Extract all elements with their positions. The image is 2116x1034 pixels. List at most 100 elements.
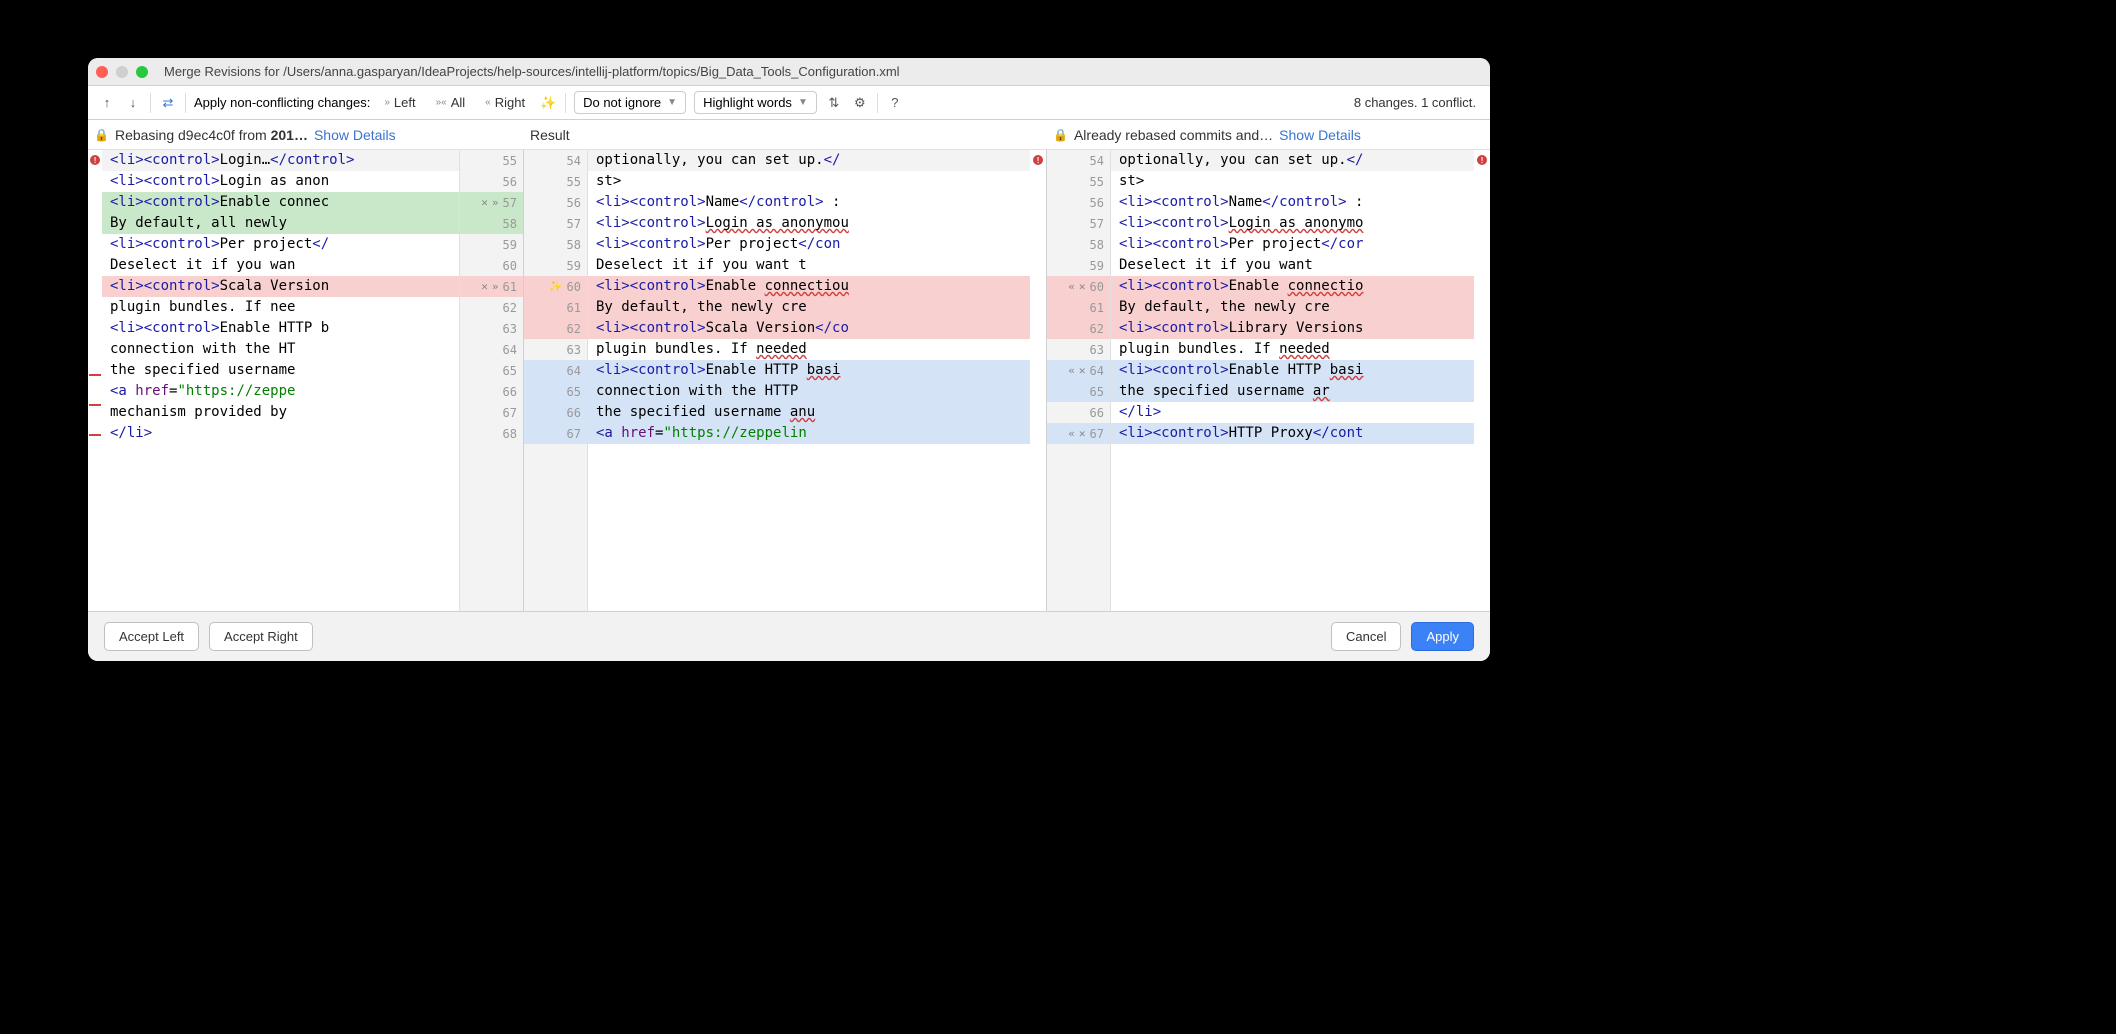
titlebar: Merge Revisions for /Users/anna.gasparya…	[88, 58, 1490, 86]
sync-scroll-icon[interactable]: ⇅	[825, 94, 843, 112]
dismiss-icon[interactable]: ✕	[481, 280, 488, 293]
minimize-icon[interactable]	[116, 66, 128, 78]
prev-diff-icon[interactable]: ↑	[98, 94, 116, 112]
code-line: plugin bundles. If nee	[102, 297, 459, 318]
change-marker	[89, 374, 101, 376]
code-line: By default, the newly cre	[588, 297, 1030, 318]
line-number: 57	[503, 196, 517, 210]
code-line: <li><control>Per project</con	[588, 234, 1030, 255]
apply-right-button[interactable]: «Right	[479, 92, 531, 113]
right-header-text: Already rebased commits and…	[1074, 127, 1273, 143]
code-line: plugin bundles. If needed	[1111, 339, 1474, 360]
apply-left-icon[interactable]: «	[1068, 427, 1075, 440]
left-marker-strip: !	[88, 150, 102, 611]
accept-left-button[interactable]: Accept Left	[104, 622, 199, 651]
error-marker-icon: !	[1477, 155, 1487, 165]
code-line: Deselect it if you wan	[102, 255, 459, 276]
left-pane: ! <li><control>Login…</control> <li><con…	[88, 150, 524, 611]
code-line: optionally, you can set up.</	[588, 150, 1030, 171]
mid-left-gutter: 545556575859✨6061626364656667	[524, 150, 588, 611]
dismiss-icon[interactable]: ✕	[1079, 364, 1086, 377]
code-line: <li><control>Enable connectiou	[588, 276, 1030, 297]
magic-resolve-icon[interactable]: ✨	[539, 94, 557, 112]
right-gutter: 545556575859«✕60616263«✕646566«✕67	[1047, 150, 1111, 611]
code-line: connection with the HT	[102, 339, 459, 360]
line-number: 62	[503, 301, 517, 315]
line-number: 59	[567, 259, 581, 273]
line-number: 63	[1090, 343, 1104, 357]
line-number: 54	[567, 154, 581, 168]
code-line: </li>	[102, 423, 459, 444]
apply-left-icon[interactable]: «	[1068, 364, 1075, 377]
line-number: 66	[1090, 406, 1104, 420]
merge-dialog-window: Merge Revisions for /Users/anna.gasparya…	[88, 58, 1490, 661]
code-line: <li><control>Scala Version	[102, 276, 459, 297]
show-details-link[interactable]: Show Details	[314, 127, 396, 143]
right-pane: 545556575859«✕60616263«✕646566«✕67 optio…	[1047, 150, 1490, 611]
mid-marker-strip: !	[1030, 150, 1046, 611]
code-line: st>	[588, 171, 1030, 192]
dismiss-icon[interactable]: ✕	[1079, 427, 1086, 440]
line-number: 66	[567, 406, 581, 420]
magic-resolve-icon[interactable]: ✨	[549, 280, 563, 293]
gear-icon[interactable]: ⚙	[851, 94, 869, 112]
code-line: <li><control>Enable connectio	[1111, 276, 1474, 297]
error-marker-icon: !	[90, 155, 100, 165]
cancel-button[interactable]: Cancel	[1331, 622, 1401, 651]
right-code[interactable]: optionally, you can set up.</st> <li><co…	[1111, 150, 1474, 611]
apply-left-icon[interactable]: «	[1068, 280, 1075, 293]
apply-all-button[interactable]: »«All	[430, 92, 472, 113]
line-number: 60	[503, 259, 517, 273]
code-line: <li><control>HTTP Proxy</cont	[1111, 423, 1474, 444]
line-number: 67	[1090, 427, 1104, 441]
code-line: <li><control>Enable HTTP basi	[588, 360, 1030, 381]
close-icon[interactable]	[96, 66, 108, 78]
change-marker	[89, 434, 101, 436]
code-line: <li><control>Library Versions	[1111, 318, 1474, 339]
apply-right-icon[interactable]: »	[492, 196, 499, 209]
highlight-mode-combo[interactable]: Highlight words▼	[694, 91, 817, 114]
left-code[interactable]: <li><control>Login…</control> <li><contr…	[102, 150, 459, 611]
code-line: <a href="https://zeppelin	[588, 423, 1030, 444]
code-line: the specified username ar	[1111, 381, 1474, 402]
line-number: 54	[1090, 154, 1104, 168]
ignore-whitespace-combo[interactable]: Do not ignore▼	[574, 91, 686, 114]
line-number: 64	[567, 364, 581, 378]
code-line: <li><control>Login as anon	[102, 171, 459, 192]
show-details-link[interactable]: Show Details	[1279, 127, 1361, 143]
code-line: <li><control>Enable connec	[102, 192, 459, 213]
line-number: 61	[567, 301, 581, 315]
line-number: 55	[567, 175, 581, 189]
dismiss-icon[interactable]: ✕	[1079, 280, 1086, 293]
change-marker	[89, 404, 101, 406]
line-number: 63	[567, 343, 581, 357]
code-line: Deselect it if you want t	[588, 255, 1030, 276]
apply-left-button[interactable]: »Left	[378, 92, 421, 113]
zoom-icon[interactable]	[136, 66, 148, 78]
code-line: <li><control>Enable HTTP b	[102, 318, 459, 339]
pane-headers: 🔒 Rebasing d9ec4c0f from 201… Show Detai…	[88, 120, 1490, 150]
line-number: 62	[567, 322, 581, 336]
line-number: 68	[503, 427, 517, 441]
line-number: 64	[503, 343, 517, 357]
compare-icon[interactable]: ⇄	[159, 94, 177, 112]
right-pane-header: 🔒 Already rebased commits and… Show Deta…	[1047, 120, 1490, 149]
line-number: 58	[503, 217, 517, 231]
accept-right-button[interactable]: Accept Right	[209, 622, 313, 651]
apply-button[interactable]: Apply	[1411, 622, 1474, 651]
help-icon[interactable]: ?	[886, 94, 904, 112]
error-marker-icon: !	[1033, 155, 1043, 165]
code-line: By default, the newly cre	[1111, 297, 1474, 318]
code-line: <li><control>Name</control> :	[588, 192, 1030, 213]
toolbar: ↑ ↓ ⇄ Apply non-conflicting changes: »Le…	[88, 86, 1490, 120]
traffic-lights	[96, 66, 148, 78]
changes-status: 8 changes. 1 conflict.	[1354, 95, 1480, 110]
dismiss-icon[interactable]: ✕	[481, 196, 488, 209]
apply-right-icon[interactable]: »	[492, 280, 499, 293]
lock-icon: 🔒	[94, 128, 109, 142]
next-diff-icon[interactable]: ↓	[124, 94, 142, 112]
line-number: 65	[567, 385, 581, 399]
middle-code[interactable]: optionally, you can set up.</st> <li><co…	[588, 150, 1030, 611]
line-number: 56	[1090, 196, 1104, 210]
line-number: 64	[1090, 364, 1104, 378]
